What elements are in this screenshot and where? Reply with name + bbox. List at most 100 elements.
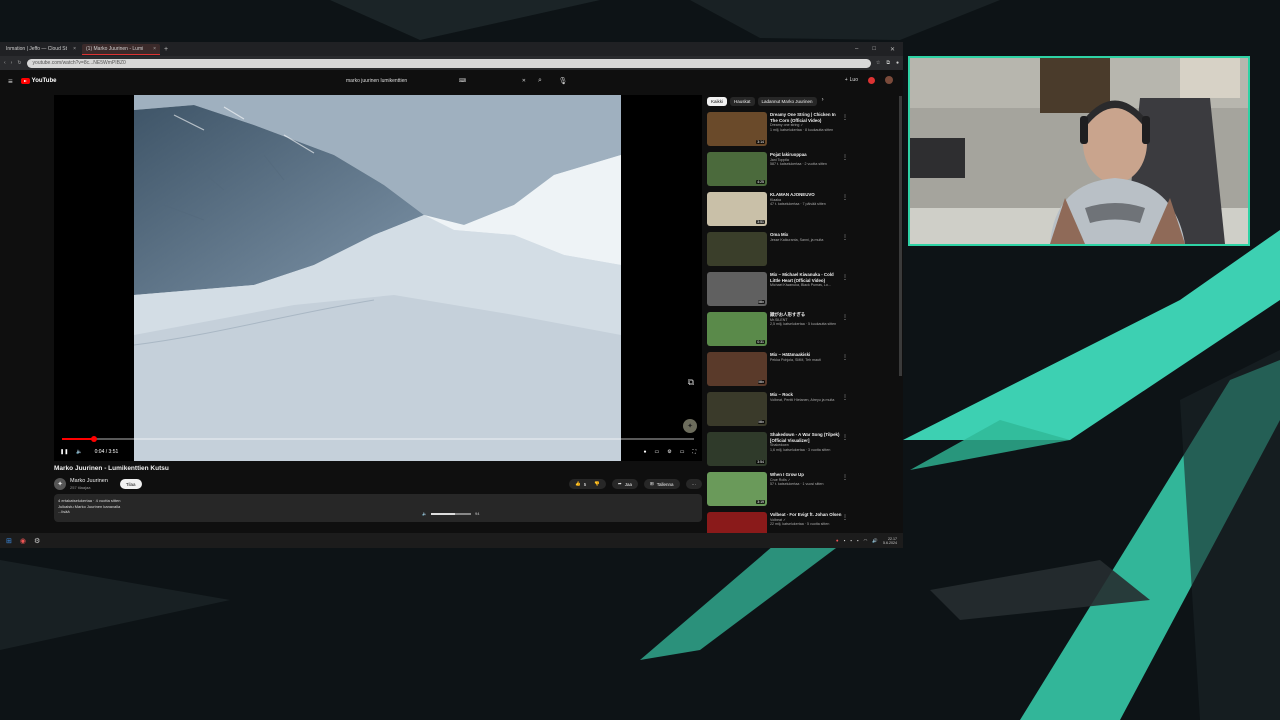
tab-inmation[interactable]: Inmation | Jeffo — Cloud St × xyxy=(2,44,80,55)
subscribe-button[interactable]: Tilaa xyxy=(119,479,142,489)
header-actions: + Luo xyxy=(845,76,893,84)
more-vert-icon[interactable]: ⋮ xyxy=(842,154,848,161)
pause-icon[interactable]: ❚❚ xyxy=(60,449,68,455)
more-vert-icon[interactable]: ⋮ xyxy=(842,194,848,201)
keyboard-icon[interactable]: ⌨ xyxy=(459,78,466,84)
more-vert-icon[interactable]: ⋮ xyxy=(842,434,848,441)
volume-bar[interactable] xyxy=(430,512,471,515)
menu-icon[interactable]: ≡ xyxy=(8,77,13,86)
more-vert-icon[interactable]: ⋮ xyxy=(842,394,848,401)
recommendation-title[interactable]: Mix – Michael Kiwanuka - Cold Little Hea… xyxy=(770,272,844,283)
more-vert-icon[interactable]: ⋮ xyxy=(842,314,848,321)
progress-scrubber[interactable] xyxy=(90,436,97,442)
microphone-icon[interactable]: 🎙 xyxy=(557,75,569,86)
browser-app-icon[interactable]: ◉ xyxy=(20,537,26,545)
recommendation-item[interactable]: 3:14 Dreamy One String | Chicken In The C… xyxy=(707,112,852,152)
video-thumbnail[interactable]: Mix xyxy=(707,272,767,306)
recommendation-item[interactable]: 3:19 When I Grow Up Crue Rolls ✓ 57 t. kats… xyxy=(707,472,852,512)
more-vert-icon[interactable]: ⋮ xyxy=(842,474,848,481)
video-thumbnail[interactable]: 3:14 xyxy=(707,112,767,146)
video-player[interactable]: ⧉ ✦ ❚❚ 🔈 0:04 / 3:51 ● ▭ ⚙ ▭ ⛶ xyxy=(54,95,702,461)
recommendation-item[interactable]: 4:25 Pojat lakiruoppaa Jani Toppila 587 t. … xyxy=(707,152,852,192)
reload-icon[interactable]: ↻ xyxy=(17,60,21,66)
recommendation-title[interactable]: Shakedown - A War Song (Tilpek) [Officia… xyxy=(770,432,844,443)
search-icon[interactable]: ⌕ xyxy=(533,75,547,86)
maximize-icon[interactable]: □ xyxy=(872,46,876,53)
address-bar[interactable]: youtube.com/watch?v=8c...NE5WmPIBZ0 xyxy=(26,58,871,68)
search-input[interactable]: marko juurinen lumikenttien ⌨ ✕ xyxy=(340,75,530,86)
autoplay-toggle-icon[interactable]: ● xyxy=(644,449,647,455)
progress-bar[interactable] xyxy=(62,436,694,442)
channel-avatar[interactable]: ✦ xyxy=(54,478,66,490)
recommendation-item[interactable]: Oma Mix Jesse Kaikuranta, Sanni, ja muita… xyxy=(707,232,852,272)
more-vert-icon[interactable]: ⋮ xyxy=(842,354,848,361)
recommendation-item[interactable]: Mix Mix – Hätämaakiski Pekka Pohjola, SMM,… xyxy=(707,352,852,392)
close-window-icon[interactable]: ✕ xyxy=(890,46,895,53)
theater-mode-icon[interactable]: ▭ xyxy=(680,449,685,455)
video-thumbnail[interactable]: 0:31 xyxy=(707,312,767,346)
more-vert-icon[interactable]: ⋮ xyxy=(842,234,848,241)
recommendation-item[interactable]: 3:51 KLAMAN AJONEUVO Klaaka 47 t. katseluke… xyxy=(707,192,852,232)
close-icon[interactable]: × xyxy=(153,46,156,52)
create-button[interactable]: + Luo xyxy=(845,77,858,83)
close-icon[interactable]: × xyxy=(73,46,76,52)
settings-gear-icon[interactable]: ⚙ xyxy=(667,449,671,455)
fullscreen-icon[interactable]: ⛶ xyxy=(692,449,696,455)
save-button[interactable]: ⊞ Tallenna xyxy=(643,479,680,489)
more-vert-icon[interactable]: ⋮ xyxy=(842,114,848,121)
recommendation-item[interactable]: Mix Mix – Michael Kiwanuka - Cold Little … xyxy=(707,272,852,312)
tray-icon[interactable]: ▪ xyxy=(857,538,859,543)
back-icon[interactable]: ‹ xyxy=(4,60,6,66)
settings-app-icon[interactable]: ⚙ xyxy=(34,537,40,545)
video-thumbnail[interactable]: 3:51 xyxy=(707,192,767,226)
windows-start-icon[interactable]: ⊞ xyxy=(6,537,12,545)
like-button[interactable]: 👍 5 👎 xyxy=(569,479,606,489)
description-box[interactable]: 4 ertakatselukertaa · 4 vuotta sitten Ju… xyxy=(54,494,702,522)
video-thumbnail[interactable]: 3:19 xyxy=(707,472,767,506)
channel-watermark-icon[interactable]: ✦ xyxy=(683,419,697,433)
video-thumbnail[interactable] xyxy=(707,232,767,266)
channel-name[interactable]: Marko Juurinen xyxy=(70,478,108,484)
more-vert-icon[interactable]: ⋮ xyxy=(842,514,848,521)
recommendation-item[interactable]: 3:54 Shakedown - A War Song (Tilpek) [Off… xyxy=(707,432,852,472)
profile-icon[interactable]: ● xyxy=(896,60,899,66)
tray-icon[interactable]: ▪ xyxy=(850,538,852,543)
more-vert-icon[interactable]: ⋮ xyxy=(842,274,848,281)
clock[interactable]: 22.17 5.6.2024 xyxy=(883,537,897,545)
video-thumbnail[interactable]: Mix xyxy=(707,352,767,386)
video-thumbnail[interactable]: Mix xyxy=(707,392,767,426)
recommendation-title[interactable]: Volbeat - For Evigt ft. Johan Olsen xyxy=(770,512,844,518)
avatar[interactable] xyxy=(885,76,893,84)
volume-icon[interactable]: 🔈 xyxy=(76,449,82,455)
video-thumbnail[interactable]: 3:54 xyxy=(707,432,767,466)
clear-search-icon[interactable]: ✕ xyxy=(522,78,526,84)
recommendation-title[interactable]: Dreamy One String | Chicken In The Corn … xyxy=(770,112,844,123)
video-thumbnail[interactable]: 4:25 xyxy=(707,152,767,186)
description-more[interactable]: ...lisää xyxy=(58,509,698,515)
notifications-bell-icon[interactable] xyxy=(868,76,875,84)
minimize-icon[interactable]: – xyxy=(855,46,858,53)
chip-all[interactable]: Kaikki xyxy=(707,97,728,106)
bookmark-star-icon[interactable]: ☆ xyxy=(876,60,880,66)
chevron-right-icon[interactable]: › xyxy=(822,97,824,106)
youtube-logo[interactable]: YouTube xyxy=(20,78,56,84)
more-actions-button[interactable]: ··· xyxy=(685,479,702,489)
tray-icon[interactable]: ▪ xyxy=(844,538,846,543)
chip-funny[interactable]: Hauskat xyxy=(730,97,755,106)
thumbs-down-icon[interactable]: 👎 xyxy=(594,481,600,487)
chip-uploaded-by[interactable]: Ladannut Marko Juurinen xyxy=(757,97,817,106)
wifi-icon[interactable]: ◠ xyxy=(863,538,867,544)
recommendation-item[interactable]: 0:31 顔がお人形すぎる Mr.SILENT 2,5 milj. katseluke… xyxy=(707,312,852,352)
recommendation-item[interactable]: Mix Mix – Rock Volbeat, Pentti Hietanen, A… xyxy=(707,392,852,432)
tab-youtube[interactable]: (1) Marko Juurinen - Lumi × xyxy=(82,43,160,55)
scrollbar[interactable] xyxy=(899,96,902,376)
subtitles-icon[interactable]: ▭ xyxy=(655,449,660,455)
tray-red-icon[interactable]: ● xyxy=(836,538,839,543)
speaker-icon[interactable]: 🔊 xyxy=(872,538,878,544)
video-frame[interactable] xyxy=(134,95,621,461)
forward-icon[interactable]: › xyxy=(11,60,13,66)
miniplayer-icon[interactable]: ⧉ xyxy=(688,377,694,388)
extensions-icon[interactable]: ⧉ xyxy=(886,60,890,66)
new-tab-icon[interactable]: + xyxy=(164,46,168,53)
share-button[interactable]: ➦ Jaa xyxy=(611,479,638,489)
